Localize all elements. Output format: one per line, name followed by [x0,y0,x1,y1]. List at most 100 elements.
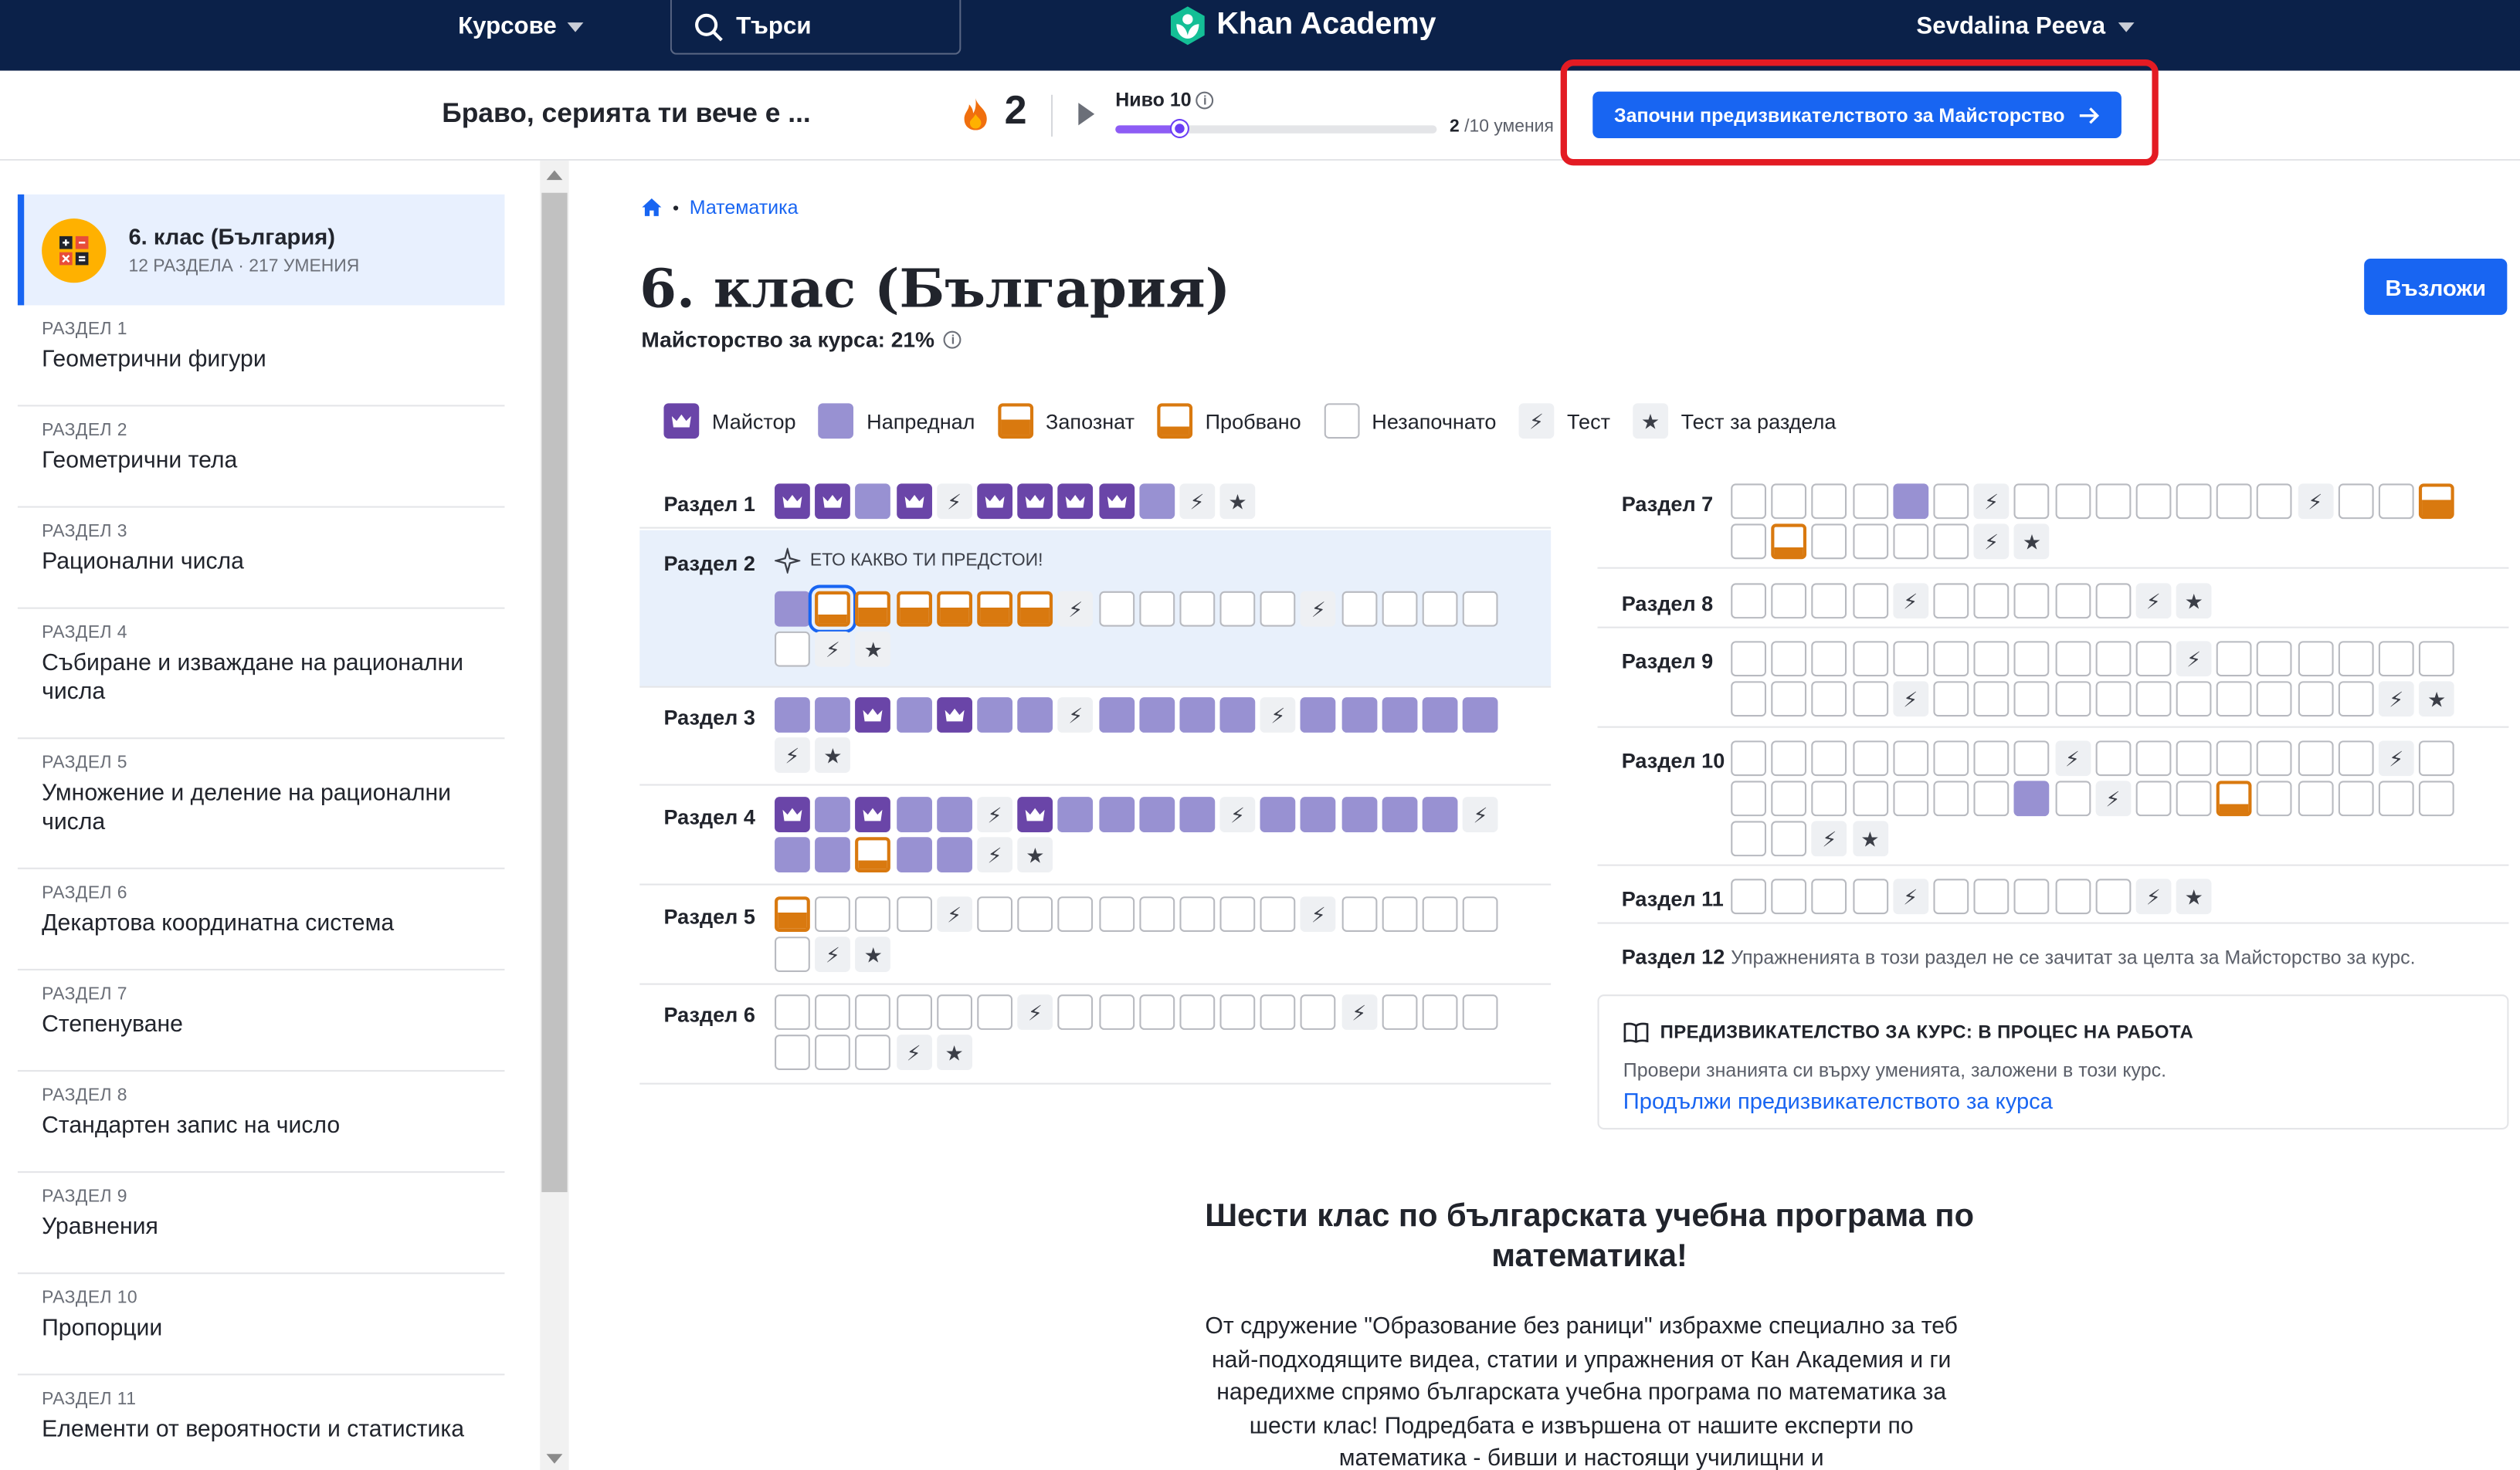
not-started-skill[interactable] [1812,879,1847,915]
proficient-skill[interactable] [1382,797,1418,832]
proficient-skill[interactable] [1341,697,1377,733]
not-started-skill[interactable] [1933,483,1969,520]
quiz-icon[interactable]: ⚡ [2176,641,2212,677]
quiz-icon[interactable]: ⚡ [2378,681,2414,717]
info-icon[interactable]: i [944,330,962,349]
search-button[interactable]: Търси [670,0,962,55]
not-started-skill[interactable] [2014,740,2050,777]
proficient-skill[interactable] [1138,797,1175,832]
not-started-skill[interactable] [1933,681,1969,717]
proficient-skill[interactable] [896,697,932,733]
not-started-skill[interactable] [1973,879,2010,915]
not-started-skill[interactable] [2298,641,2333,677]
quiz-icon[interactable]: ⚡ [977,837,1012,872]
familiar-skill[interactable] [896,591,932,627]
not-started-skill[interactable] [1771,740,1807,777]
sidebar-course-card[interactable]: 6. клас (България) 12 РАЗДЕЛА · 217 УМЕН… [17,194,505,306]
not-started-skill[interactable] [1731,821,1767,857]
sidebar-item-unit-10[interactable]: РАЗДЕЛ 10 Пропорции [17,1274,505,1376]
not-started-skill[interactable] [1463,591,1498,627]
mastered-skill[interactable] [1057,483,1094,520]
not-started-skill[interactable] [2135,641,2172,677]
not-started-skill[interactable] [2054,681,2091,717]
not-started-skill[interactable] [2135,781,2172,817]
quiz-icon[interactable]: ⚡ [896,1035,932,1070]
familiar-skill[interactable] [977,591,1012,627]
not-started-skill[interactable] [1771,821,1807,857]
proficient-skill[interactable] [815,797,851,832]
unit-test-icon[interactable]: ★ [1017,837,1053,872]
scroll-down-arrow-icon[interactable] [546,1454,563,1464]
not-started-skill[interactable] [1098,591,1135,627]
not-started-skill[interactable] [1098,994,1135,1030]
unit-test-icon[interactable]: ★ [1219,483,1256,520]
scroll-up-arrow-icon[interactable] [546,170,563,181]
not-started-skill[interactable] [1771,681,1807,717]
user-menu[interactable]: Sevdalina Peeva [1916,13,2135,40]
not-started-skill[interactable] [2014,583,2050,619]
not-started-skill[interactable] [1892,641,1928,677]
not-started-skill[interactable] [1731,781,1767,817]
quiz-icon[interactable]: ⚡ [1219,797,1256,832]
not-started-skill[interactable] [2338,781,2374,817]
proficient-skill[interactable] [896,797,932,832]
mastered-skill[interactable] [936,697,972,733]
not-started-skill[interactable] [1771,781,1807,817]
not-started-skill[interactable] [2216,681,2253,717]
not-started-skill[interactable] [1179,896,1215,932]
not-started-skill[interactable] [1933,879,1969,915]
not-started-skill[interactable] [2176,740,2212,777]
not-started-skill[interactable] [1731,681,1767,717]
not-started-skill[interactable] [2135,740,2172,777]
not-started-skill[interactable] [1017,896,1053,932]
not-started-skill[interactable] [2014,483,2050,520]
quiz-icon[interactable]: ⚡ [1892,681,1928,717]
not-started-skill[interactable] [1057,994,1094,1030]
not-started-skill[interactable] [2054,641,2091,677]
not-started-skill[interactable] [2014,681,2050,717]
unit-test-icon[interactable]: ★ [855,937,891,973]
not-started-skill[interactable] [1382,591,1418,627]
not-started-skill[interactable] [2378,483,2414,520]
not-started-skill[interactable] [2419,781,2455,817]
home-icon[interactable] [641,198,662,217]
not-started-skill[interactable] [2176,483,2212,520]
not-started-skill[interactable] [2419,740,2455,777]
quiz-icon[interactable]: ⚡ [1179,483,1215,520]
proficient-skill[interactable] [1382,697,1418,733]
mastered-skill[interactable] [855,697,891,733]
not-started-skill[interactable] [2216,641,2253,677]
not-started-skill[interactable] [1812,483,1847,520]
not-started-skill[interactable] [1422,896,1458,932]
unit-test-icon[interactable]: ★ [815,737,851,773]
quiz-icon[interactable]: ⚡ [1057,697,1094,733]
mastered-skill[interactable] [775,797,810,832]
proficient-skill[interactable] [775,591,810,627]
mastered-skill[interactable] [775,483,810,520]
sidebar-item-unit-6[interactable]: РАЗДЕЛ 6 Декартова координатна система [17,869,505,970]
not-started-skill[interactable] [1852,740,1888,777]
not-started-skill[interactable] [1933,523,1969,560]
mastered-skill[interactable] [1017,797,1053,832]
familiar-skill[interactable] [855,591,891,627]
not-started-skill[interactable] [1422,591,1458,627]
not-started-skill[interactable] [977,896,1012,932]
not-started-skill[interactable] [2216,483,2253,520]
not-started-skill[interactable] [2094,583,2131,619]
quiz-icon[interactable]: ⚡ [1812,821,1847,857]
unit-test-icon[interactable]: ★ [2176,879,2212,915]
quiz-icon[interactable]: ⚡ [936,896,972,932]
not-started-skill[interactable] [2054,483,2091,520]
proficient-skill[interactable] [1422,797,1458,832]
proficient-skill[interactable] [1219,697,1256,733]
quiz-icon[interactable]: ⚡ [775,737,810,773]
not-started-skill[interactable] [2257,681,2293,717]
not-started-skill[interactable] [815,994,851,1030]
breadcrumb-link-math[interactable]: Математика [690,196,799,218]
not-started-skill[interactable] [855,994,891,1030]
quiz-icon[interactable]: ⚡ [1973,483,2010,520]
not-started-skill[interactable] [2054,781,2091,817]
assign-button[interactable]: Възложи [2364,259,2508,315]
not-started-skill[interactable] [2054,879,2091,915]
not-started-skill[interactable] [1933,583,1969,619]
